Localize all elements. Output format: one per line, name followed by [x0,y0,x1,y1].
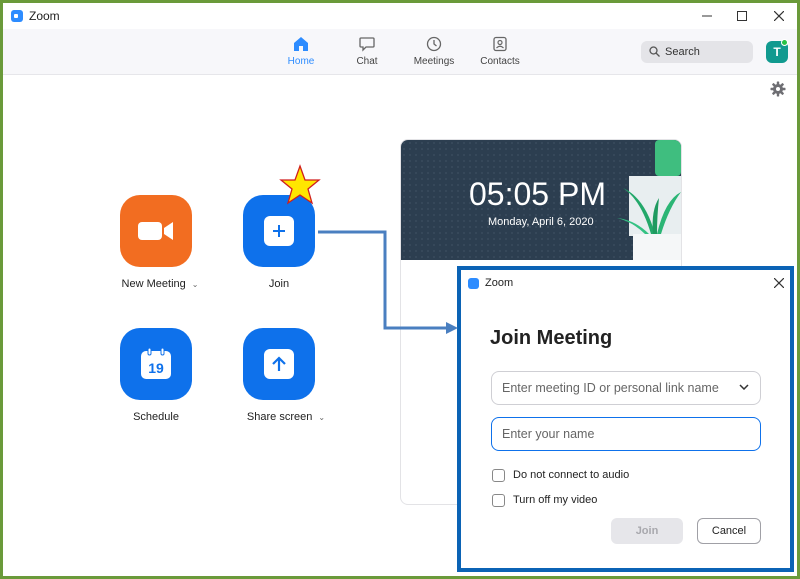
new-meeting-label: New Meeting ⌄ [115,278,205,290]
home-icon [294,37,308,51]
join-label: Join [268,278,290,290]
dialog-title: Zoom [485,277,514,289]
share-arrow-icon [264,349,294,379]
clock-icon [426,36,442,52]
chevron-down-icon[interactable]: ⌄ [318,413,325,422]
meeting-id-input[interactable] [491,371,761,405]
share-screen-button[interactable] [243,328,315,400]
minimize-icon [702,15,712,17]
close-icon [773,277,785,289]
search-input[interactable] [665,41,749,63]
share-screen-label-text: Share screen [246,411,313,423]
your-name-input[interactable] [491,417,761,451]
schedule-button[interactable]: 19 [120,328,192,400]
tab-home[interactable]: Home [271,36,331,67]
clock-date: Monday, April 6, 2020 [488,216,594,228]
chevron-down-icon[interactable] [739,384,749,390]
maximize-button[interactable] [724,3,760,29]
new-meeting-label-text: New Meeting [121,278,186,290]
presence-status-indicator [781,39,788,46]
gear-icon[interactable] [770,81,786,97]
search-box[interactable] [641,41,753,63]
minimize-button[interactable] [689,3,725,29]
clock-banner: 05:05 PM Monday, April 6, 2020 [401,140,681,260]
dialog-heading: Join Meeting [490,327,613,349]
tab-contacts[interactable]: Contacts [470,36,530,67]
plus-icon [264,216,294,246]
dialog-close-button[interactable] [769,274,789,292]
tab-meetings[interactable]: Meetings [404,36,464,67]
plant-illustration-icon [617,140,681,260]
no-audio-label: Do not connect to audio [513,469,630,481]
search-icon [649,46,660,57]
contacts-icon [493,36,507,52]
no-audio-option[interactable]: Do not connect to audio [492,468,629,482]
clock-time: 05:05 PM [469,176,606,212]
window-title: Zoom [29,9,60,23]
close-icon [774,11,784,21]
tab-meetings-label: Meetings [413,56,455,67]
chat-icon [359,37,375,52]
zoom-app-icon [468,278,479,289]
join-submit-button[interactable]: Join [611,518,683,544]
calendar-icon: 19 [141,348,171,379]
new-meeting-button[interactable] [120,195,192,267]
tab-contacts-label: Contacts [480,56,520,67]
calendar-day-text: 19 [148,360,164,376]
tab-home-label: Home [287,56,315,67]
zoom-app-icon [11,10,23,22]
no-video-option[interactable]: Turn off my video [492,493,597,507]
no-video-label: Turn off my video [513,494,598,506]
no-audio-checkbox[interactable] [492,468,505,482]
join-button[interactable] [243,195,315,267]
cancel-button[interactable]: Cancel [697,518,761,544]
join-meeting-dialog: Zoom Join Meeting Do not connect to audi… [457,266,794,572]
tab-chat-label: Chat [356,56,378,67]
zoom-window: Zoom Home Chat Meetings Contacts Search … [3,3,797,576]
close-button[interactable] [761,3,797,29]
video-camera-icon [138,222,173,240]
maximize-icon [737,11,747,21]
no-video-checkbox[interactable] [492,493,505,507]
chevron-down-icon[interactable]: ⌄ [192,280,199,289]
schedule-label: Schedule [133,411,179,423]
tab-chat[interactable]: Chat [337,36,397,67]
title-bar: Zoom [3,3,797,29]
share-screen-label: Share screen ⌄ [236,411,336,423]
top-navigation: Home Chat Meetings Contacts Search T [3,29,797,75]
